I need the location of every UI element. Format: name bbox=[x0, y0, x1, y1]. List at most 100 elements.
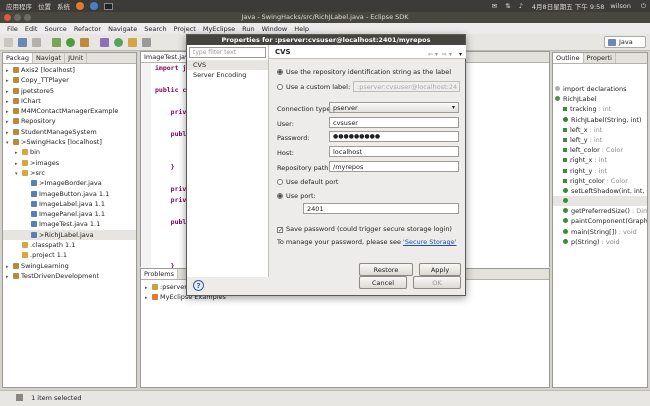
new-class-icon[interactable] bbox=[114, 38, 123, 47]
filter-input[interactable]: type filter text bbox=[189, 47, 266, 58]
outline-item[interactable]: right_x: int bbox=[553, 155, 647, 165]
expand-arrow-icon[interactable]: ▸ bbox=[6, 107, 13, 116]
password-field[interactable]: ●●●●●●●●● bbox=[329, 131, 459, 142]
outline-item[interactable]: left_color: Color bbox=[553, 145, 647, 155]
outline-item[interactable]: import declarations bbox=[553, 84, 647, 94]
radio-repo-id[interactable] bbox=[277, 69, 283, 75]
run-icon[interactable] bbox=[66, 38, 75, 47]
debug-icon[interactable] bbox=[52, 38, 61, 47]
outline-item[interactable]: right_y: int bbox=[553, 166, 647, 176]
open-type-icon[interactable] bbox=[128, 38, 137, 47]
expand-arrow-icon[interactable]: ▾ bbox=[6, 138, 13, 147]
tree-item[interactable]: ▸ Copy_TTPlayer bbox=[3, 75, 136, 85]
port-field[interactable]: 2401 bbox=[303, 203, 459, 214]
apply-button[interactable]: Apply bbox=[419, 263, 461, 276]
outline-item[interactable]: left_y: int bbox=[553, 135, 647, 145]
help-icon[interactable] bbox=[90, 2, 98, 10]
expand-arrow-icon[interactable]: ▸ bbox=[6, 87, 13, 96]
outline-item[interactable]: right_color: Color bbox=[553, 176, 647, 186]
repository-path-field[interactable]: /myrepos bbox=[329, 161, 459, 172]
menu-navigate[interactable]: Navigate bbox=[108, 25, 137, 33]
tab-junit[interactable]: JUnit bbox=[65, 53, 88, 63]
nav-item-cvs[interactable]: CVS bbox=[187, 60, 268, 70]
save-icon[interactable] bbox=[18, 38, 27, 47]
radio-use-port[interactable] bbox=[277, 193, 283, 199]
expand-arrow-icon[interactable]: ▸ bbox=[6, 66, 13, 75]
view-menu-icon[interactable]: ▾ bbox=[459, 48, 462, 62]
new-java-project-icon[interactable] bbox=[100, 38, 109, 47]
tab-outline[interactable]: Outline bbox=[553, 53, 584, 63]
save-password-checkbox[interactable]: ✓ bbox=[277, 227, 283, 234]
back-icon[interactable]: ⇦ ▾ bbox=[428, 48, 438, 62]
secure-storage-link[interactable]: 'Secure Storage' bbox=[403, 238, 456, 246]
radio-default-port-row[interactable]: Use default port bbox=[277, 178, 338, 186]
places-menu[interactable]: 位置 bbox=[38, 1, 51, 11]
tab-properties[interactable]: Properti bbox=[584, 53, 616, 63]
tree-item[interactable]: ▸ >images bbox=[3, 158, 136, 168]
expand-arrow-icon[interactable]: ▸ bbox=[6, 128, 13, 137]
expand-arrow-icon[interactable]: ▸ bbox=[145, 293, 152, 302]
expand-arrow-icon[interactable]: ▸ bbox=[6, 97, 13, 106]
custom-label-field[interactable]: :pserver:cvsuser@localhost:24 bbox=[353, 81, 460, 92]
tree-item[interactable]: .project 1.1 bbox=[3, 250, 136, 260]
menu-file[interactable]: File bbox=[7, 25, 18, 33]
menu-window[interactable]: Window bbox=[262, 25, 288, 33]
tree-item[interactable]: ▸ jpetstore5 bbox=[3, 86, 136, 96]
expand-arrow-icon[interactable]: ▸ bbox=[15, 159, 22, 168]
tree-item[interactable]: >RichJLabel.java bbox=[3, 229, 136, 241]
close-window-icon[interactable] bbox=[4, 14, 11, 21]
tree-item[interactable]: ▾ >SwingHacks [localhost] bbox=[3, 137, 136, 147]
browser-icon[interactable] bbox=[76, 2, 84, 10]
tree-item[interactable]: ▸ bin bbox=[3, 147, 136, 157]
clock[interactable]: 4月8日星期五 下午 9:58 bbox=[532, 1, 605, 11]
outline-item[interactable]: setLeftShadow(int, int, Colo bbox=[553, 186, 647, 196]
menu-run[interactable]: Run bbox=[242, 25, 254, 33]
menu-help[interactable]: Help bbox=[294, 25, 309, 33]
outline-item[interactable]: tracking: int bbox=[553, 104, 647, 114]
tree-item[interactable]: .classpath 1.1 bbox=[3, 240, 136, 250]
tree-item[interactable]: ▸ StudentManageSystem bbox=[3, 127, 136, 137]
java-perspective-button[interactable]: Java bbox=[604, 36, 646, 48]
apps-menu[interactable]: 应用程序 bbox=[6, 1, 32, 11]
ok-button[interactable]: OK bbox=[413, 276, 461, 289]
tree-item[interactable]: >ImageBorder.java bbox=[3, 178, 136, 188]
power-icon[interactable]: ⏻ bbox=[641, 2, 646, 11]
tree-item[interactable]: ▾ >src bbox=[3, 168, 136, 178]
tree-item[interactable]: ▸ IChart bbox=[3, 96, 136, 106]
menu-source[interactable]: Source bbox=[44, 25, 66, 33]
outline-item[interactable]: paintComponent(Graphics) bbox=[553, 216, 647, 226]
tree-item[interactable]: ▸ SwingLearning bbox=[3, 261, 136, 271]
save-password-row[interactable]: ✓ Save password (could trigger secure sto… bbox=[277, 225, 452, 234]
tree-item[interactable]: ▸ TestDrivenDevelopment bbox=[3, 271, 136, 281]
forward-icon[interactable]: ⇨ ▾ bbox=[442, 48, 452, 62]
search-icon[interactable] bbox=[142, 38, 151, 47]
tab-problems[interactable]: Problems bbox=[141, 269, 178, 279]
menu-myeclipse[interactable]: MyEclipse bbox=[203, 25, 235, 33]
outline-item[interactable]: getPreferredSize(): Dimen bbox=[553, 206, 647, 216]
terminal-icon[interactable] bbox=[104, 2, 113, 10]
tab-navigator[interactable]: Navigat bbox=[33, 53, 66, 63]
tray-icons[interactable]: ✉ ⇅ ♪ bbox=[492, 2, 526, 10]
print-icon[interactable] bbox=[32, 38, 41, 47]
tree-item[interactable]: ▸ Repository bbox=[3, 116, 136, 126]
tree-item[interactable]: ImageButton.java 1.1 bbox=[3, 189, 136, 199]
host-field[interactable]: localhost bbox=[329, 146, 459, 157]
menu-search[interactable]: Search bbox=[144, 25, 166, 33]
expand-arrow-icon[interactable]: ▸ bbox=[6, 76, 13, 85]
expand-arrow-icon[interactable]: ▾ bbox=[15, 169, 22, 178]
expand-arrow-icon[interactable]: ▸ bbox=[145, 283, 152, 292]
outline-item[interactable]: RichJLabel bbox=[553, 94, 647, 104]
system-menu[interactable]: 系统 bbox=[57, 1, 70, 11]
tree-item[interactable]: ▸ Axis2 [localhost] bbox=[3, 65, 136, 75]
outline-item[interactable]: main(String[]): void bbox=[553, 227, 647, 237]
new-icon[interactable] bbox=[4, 38, 13, 47]
menu-project[interactable]: Project bbox=[174, 25, 196, 33]
nav-item-server-encoding[interactable]: Server Encoding bbox=[187, 70, 268, 80]
tree-item[interactable]: ▸ M4MContactManagerExample bbox=[3, 106, 136, 116]
outline-item[interactable]: RichJLabel(String, int) bbox=[553, 115, 647, 125]
tree-item[interactable]: ImagePanel.java 1.1 bbox=[3, 209, 136, 219]
radio-default-port[interactable] bbox=[277, 179, 283, 185]
help-icon-dialog[interactable]: ? bbox=[193, 280, 204, 291]
radio-custom-label[interactable] bbox=[277, 84, 283, 90]
minimize-window-icon[interactable] bbox=[14, 14, 21, 21]
